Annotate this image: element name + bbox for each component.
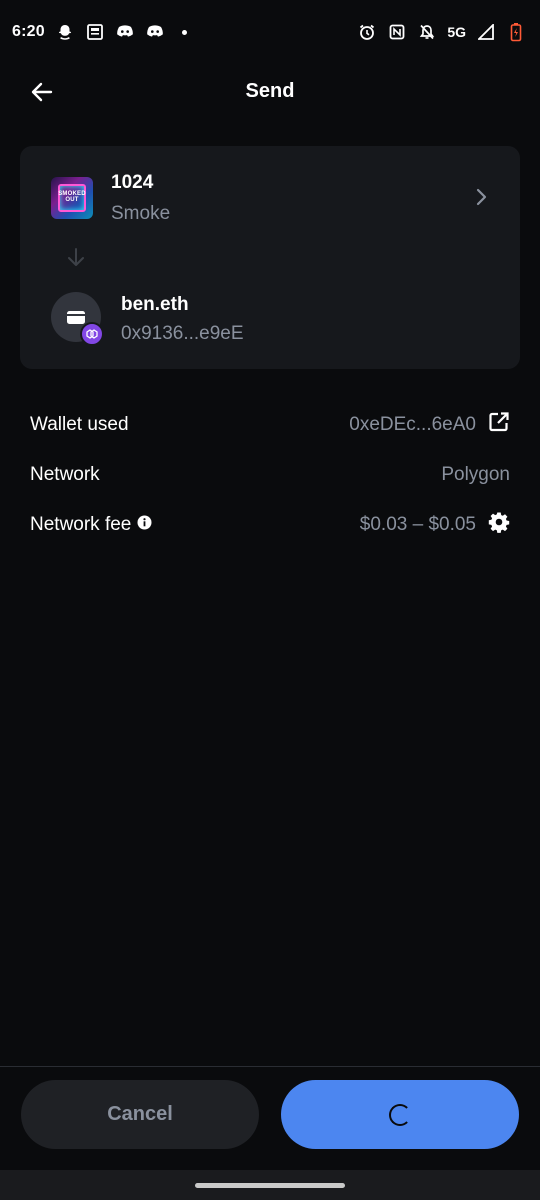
- header: Send: [0, 64, 540, 120]
- network-fee-label: Network fee: [30, 514, 132, 535]
- nft-collection: Smoke: [111, 203, 171, 224]
- wallet-used-row: Wallet used 0xeDEc...6eA0: [30, 408, 510, 442]
- wallet-used-label: Wallet used: [30, 414, 129, 435]
- status-left: 6:20: [12, 22, 195, 42]
- network-fee-label-group: Network fee: [30, 514, 152, 536]
- wallet-used-value-group: 0xeDEc...6eA0: [349, 411, 510, 439]
- cancel-button[interactable]: Cancel: [21, 1080, 259, 1149]
- network-fee-value-group: $0.03 – $0.05: [360, 511, 510, 539]
- silent-icon: [417, 22, 437, 42]
- nfc-icon: [387, 22, 407, 42]
- recipient-address: 0x9136...e9eE: [121, 323, 244, 344]
- confirm-button[interactable]: [281, 1080, 519, 1149]
- dot-icon: [175, 22, 195, 42]
- nft-item-row[interactable]: SMOKED OUT 1024 Smoke: [20, 146, 520, 246]
- arrow-down-icon: [68, 248, 84, 266]
- external-link-icon[interactable]: [488, 411, 510, 439]
- network-label: Network: [30, 464, 100, 485]
- discord-icon: [145, 22, 165, 42]
- info-icon[interactable]: [137, 514, 152, 536]
- news-icon: [85, 22, 105, 42]
- recipient-row: ben.eth 0x9136...e9eE: [20, 286, 520, 356]
- network-fee-row: Network fee $0.03 – $0.05: [30, 508, 510, 542]
- status-right: 5G: [357, 22, 526, 42]
- loading-spinner-icon: [389, 1103, 411, 1126]
- network-fee-value: $0.03 – $0.05: [359, 514, 476, 535]
- battery-icon: [506, 22, 526, 42]
- alarm-icon: [357, 22, 377, 42]
- network-row: Network Polygon: [30, 458, 510, 492]
- gear-icon[interactable]: [488, 511, 510, 539]
- nft-thumbnail: SMOKED OUT: [51, 177, 93, 219]
- chevron-right-icon: [476, 188, 487, 206]
- network-type: 5G: [447, 24, 466, 40]
- nft-thumbnail-text: SMOKED OUT: [58, 191, 86, 203]
- recipient-name: ben.eth: [121, 294, 189, 315]
- polygon-network-badge: [80, 322, 104, 346]
- wallet-used-value: 0xeDEc...6eA0: [349, 414, 476, 435]
- home-indicator[interactable]: [195, 1183, 345, 1188]
- signal-icon: [476, 22, 496, 42]
- transfer-card: SMOKED OUT 1024 Smoke ben.eth 0x9136...e…: [20, 146, 520, 369]
- snapchat-icon: [55, 22, 75, 42]
- nft-title: 1024: [111, 172, 154, 193]
- polygon-icon: [86, 329, 98, 339]
- status-time: 6:20: [12, 23, 45, 40]
- wallet-icon: [67, 311, 85, 324]
- status-bar: 6:20 5G: [0, 0, 540, 64]
- discord-icon: [115, 22, 135, 42]
- network-value: Polygon: [441, 464, 510, 485]
- page-title: Send: [245, 80, 295, 102]
- footer-divider: [0, 1066, 540, 1067]
